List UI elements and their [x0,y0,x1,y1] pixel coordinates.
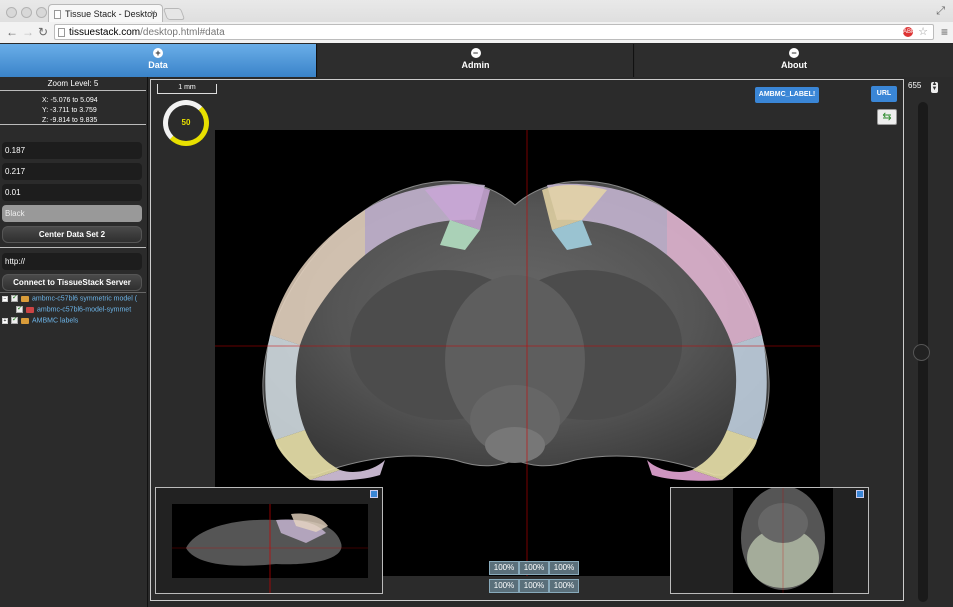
folder-icon [21,317,29,324]
fullscreen-icon[interactable]: ⤢ [936,5,945,18]
page-icon [54,10,61,19]
server-url-input[interactable]: http:// [2,253,142,270]
expand-icon[interactable]: + [2,317,8,324]
value-field-2[interactable]: 0.217 [2,163,142,180]
main-viewer[interactable]: 1 mm 50 AMBMC_LABEL! URL ⇆ 100% 100% 100… [150,79,904,601]
minus-icon: − [789,48,799,58]
browser-menu-icon[interactable]: ≡ [941,25,948,39]
zoom-slider-panel: 655 ▲ ▼ [906,77,953,607]
checkbox-icon[interactable] [16,306,23,313]
app-tab-bar: + Data − Admin − About [0,44,953,77]
x-range: X: -5.076 to 5.094 [42,97,98,104]
label-dataset-button[interactable]: AMBMC_LABEL! [755,87,819,103]
page-icon [58,28,65,37]
spinner-icon[interactable]: ▲ ▼ [931,81,938,93]
tab-data[interactable]: + Data [0,44,317,77]
close-window-icon[interactable] [6,7,17,18]
tree-node[interactable]: ambmc-c57bl6-model-symmet [2,306,148,317]
reload-icon[interactable]: ↻ [38,25,48,39]
tab-label: Data [148,60,168,70]
value-field-1[interactable]: 0.187 [2,142,142,159]
maximize-icon[interactable] [856,490,864,498]
forward-arrow-icon[interactable]: → [22,25,34,39]
minimize-window-icon[interactable] [21,7,32,18]
sagittal-preview[interactable] [155,487,383,594]
scale-bar: 1 mm [157,84,217,94]
dataset-tree: − ambmc-c57bl6 symmetric model ( ambmc-c5… [2,295,148,328]
address-bar[interactable]: tissuestack.com/desktop.html#data ABP ☆ [54,24,934,40]
zoom-window-icon[interactable] [36,7,47,18]
url-button[interactable]: URL [871,86,897,102]
maximize-icon[interactable] [370,490,378,498]
percent-readout: 100% [489,579,519,593]
folder-icon [21,295,29,302]
percent-readout: 100% [549,561,579,575]
tree-node[interactable]: − ambmc-c57bl6 symmetric model ( [2,295,148,306]
tab-label: About [781,60,807,70]
tab-admin[interactable]: − Admin [318,44,634,77]
checkbox-icon[interactable] [11,295,18,302]
tree-node-label[interactable]: AMBMC labels [32,317,78,324]
axial-preview[interactable] [670,487,869,594]
zoom-slider-handle[interactable] [913,343,930,361]
tree-node[interactable]: + AMBMC labels [2,317,148,328]
connect-server-button[interactable]: Connect to TissueStack Server [2,274,142,291]
divider [0,90,146,91]
navigation-bar: ← → ↻ tissuestack.com/desktop.html#data … [0,22,953,43]
ring-value: 50 [181,118,191,127]
tab-about[interactable]: − About [635,44,953,77]
sync-icon[interactable]: ⇆ [877,109,897,125]
browser-chrome: Tissue Stack - Desktop × ⤢ ← → ↻ tissues… [0,0,953,43]
browser-tab-title: Tissue Stack - Desktop [65,9,158,19]
url-path: /desktop.html#data [140,27,225,38]
percent-readout: 100% [549,579,579,593]
tree-node-label[interactable]: ambmc-c57bl6 symmetric model ( [32,295,137,302]
contrast-ring[interactable]: 50 [163,100,209,146]
browser-tab[interactable]: Tissue Stack - Desktop × [48,4,163,22]
zoom-level-label: Zoom Level: 5 [47,79,99,88]
collapse-icon[interactable]: − [2,295,8,302]
divider [0,124,146,125]
divider [0,292,146,293]
url-host: tissuestack.com [69,27,141,38]
minus-icon: − [470,48,481,58]
colormap-select[interactable]: Black [2,205,142,222]
plus-icon: + [153,48,163,58]
tab-label: Admin [461,60,490,70]
sagittal-image [172,504,368,593]
adblock-icon[interactable]: ABP [903,27,915,37]
image-layer-icon [26,306,34,313]
percent-readout: 100% [519,561,549,575]
divider [0,247,146,248]
back-arrow-icon[interactable]: ← [6,25,18,39]
coordinate-readout: X: -5.076 to 5.094 Y: -3.711 to 3.759 Z:… [42,96,98,126]
percent-readout: 100% [519,579,549,593]
percent-readout: 100% [489,561,519,575]
value-field-3[interactable]: 0.01 [2,184,142,201]
bookmark-star-icon[interactable]: ☆ [918,25,928,38]
checkbox-icon[interactable] [11,317,18,324]
axial-image [733,488,833,593]
center-data-set-button[interactable]: Center Data Set 2 [2,226,142,243]
left-panel: Zoom Level: 5 X: -5.076 to 5.094 Y: -3.7… [0,77,148,607]
close-tab-icon[interactable]: × [150,8,156,19]
new-tab-button[interactable] [162,8,186,20]
tree-node-label[interactable]: ambmc-c57bl6-model-symmet [37,306,131,313]
y-range: Y: -3.711 to 3.759 [42,107,97,114]
